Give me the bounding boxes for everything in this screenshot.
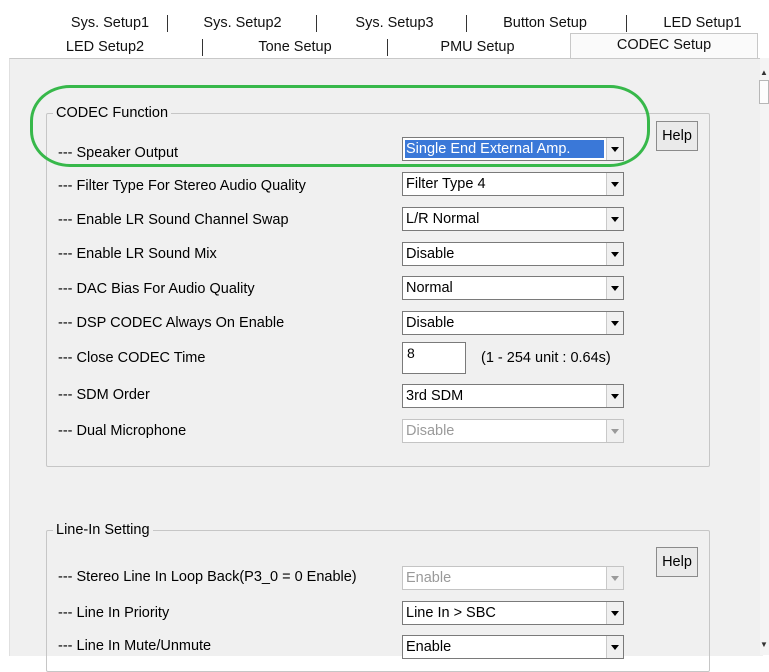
lr-swap-select[interactable]: L/R Normal xyxy=(402,207,624,231)
sdm-order-label: --- SDM Order xyxy=(58,387,150,403)
lr-mix-select[interactable]: Disable xyxy=(402,242,624,266)
line-in-mute-value: Enable xyxy=(406,639,452,655)
lr-mix-label: --- Enable LR Sound Mix xyxy=(58,246,217,262)
filter-type-value: Filter Type 4 xyxy=(406,176,486,192)
codec-help-button[interactable]: Help xyxy=(656,121,698,151)
tab-led-setup2[interactable]: LED Setup2 xyxy=(30,36,180,58)
tab-pmu-setup[interactable]: PMU Setup xyxy=(395,36,560,58)
dual-microphone-label: --- Dual Microphone xyxy=(58,423,187,439)
line-in-priority-label: --- Line In Priority xyxy=(58,605,170,621)
line-in-mute-select[interactable]: Enable xyxy=(402,635,624,659)
line-in-priority-value: Line In > SBC xyxy=(406,605,496,621)
dsp-always-on-label: --- DSP CODEC Always On Enable xyxy=(58,315,285,331)
line-in-priority-select[interactable]: Line In > SBC xyxy=(402,601,624,625)
lr-swap-value: L/R Normal xyxy=(406,211,480,227)
tab-codec-setup[interactable]: CODEC Setup xyxy=(570,33,758,61)
tab-separator xyxy=(387,39,388,56)
line-in-loopback-value: Enable xyxy=(406,570,452,586)
chevron-down-icon[interactable] xyxy=(606,208,623,230)
scroll-down-arrow-icon[interactable]: ▼ xyxy=(760,640,768,650)
filter-type-label: --- Filter Type For Stereo Audio Quality xyxy=(58,178,306,194)
chevron-down-icon[interactable] xyxy=(606,277,623,299)
line-in-help-button[interactable]: Help xyxy=(656,547,698,577)
dual-microphone-value: Disable xyxy=(406,423,455,439)
chevron-down-icon[interactable] xyxy=(606,173,623,195)
scroll-up-arrow-icon[interactable]: ▲ xyxy=(760,68,768,78)
close-codec-time-input[interactable]: 8 xyxy=(402,342,466,374)
speaker-output-highlight-oval xyxy=(30,85,650,167)
line-in-setting-title: Line-In Setting xyxy=(53,522,153,538)
dual-microphone-select: Disable xyxy=(402,419,624,443)
scroll-thumb[interactable] xyxy=(759,80,769,104)
chevron-down-icon[interactable] xyxy=(606,602,623,624)
tab-sys-setup2[interactable]: Sys. Setup2 xyxy=(180,12,305,34)
close-codec-time-range: (1 - 254 unit : 0.64s) xyxy=(481,350,611,366)
dac-bias-value: Normal xyxy=(406,280,453,296)
vertical-scrollbar[interactable] xyxy=(760,58,769,655)
close-codec-time-label: --- Close CODEC Time xyxy=(58,350,206,366)
dac-bias-select[interactable]: Normal xyxy=(402,276,624,300)
tab-separator xyxy=(626,15,627,32)
sdm-order-select[interactable]: 3rd SDM xyxy=(402,384,624,408)
tab-strip: Sys. Setup1 Sys. Setup2 Sys. Setup3 Butt… xyxy=(0,0,769,61)
dsp-always-on-value: Disable xyxy=(406,315,455,331)
lr-swap-label: --- Enable LR Sound Channel Swap xyxy=(58,212,289,228)
tab-row-1: Sys. Setup1 Sys. Setup2 Sys. Setup3 Butt… xyxy=(0,12,769,34)
chevron-down-icon[interactable] xyxy=(606,312,623,334)
filter-type-select[interactable]: Filter Type 4 xyxy=(402,172,624,196)
tab-separator xyxy=(202,39,203,56)
tab-row-2: LED Setup2 Tone Setup PMU Setup CODEC Se… xyxy=(0,33,769,61)
chevron-down-icon[interactable] xyxy=(606,385,623,407)
line-in-mute-label: --- Line In Mute/Unmute xyxy=(58,638,212,654)
line-in-loopback-label: --- Stereo Line In Loop Back(P3_0 = 0 En… xyxy=(58,569,357,585)
tab-sys-setup3[interactable]: Sys. Setup3 xyxy=(332,12,457,34)
tab-tone-setup[interactable]: Tone Setup xyxy=(210,36,380,58)
tab-separator xyxy=(316,15,317,32)
chevron-down-icon xyxy=(606,420,623,442)
tab-separator xyxy=(466,15,467,32)
tab-led-setup1[interactable]: LED Setup1 xyxy=(640,12,765,34)
sdm-order-value: 3rd SDM xyxy=(406,388,464,404)
dsp-always-on-select[interactable]: Disable xyxy=(402,311,624,335)
close-codec-time-value: 8 xyxy=(407,345,415,361)
tab-button-setup[interactable]: Button Setup xyxy=(475,12,615,34)
line-in-loopback-select: Enable xyxy=(402,566,624,590)
lr-mix-value: Disable xyxy=(406,246,455,262)
chevron-down-icon[interactable] xyxy=(606,243,623,265)
tab-sys-setup1[interactable]: Sys. Setup1 xyxy=(55,12,165,34)
chevron-down-icon xyxy=(606,567,623,589)
dac-bias-label: --- DAC Bias For Audio Quality xyxy=(58,281,255,297)
tab-separator xyxy=(167,15,168,32)
